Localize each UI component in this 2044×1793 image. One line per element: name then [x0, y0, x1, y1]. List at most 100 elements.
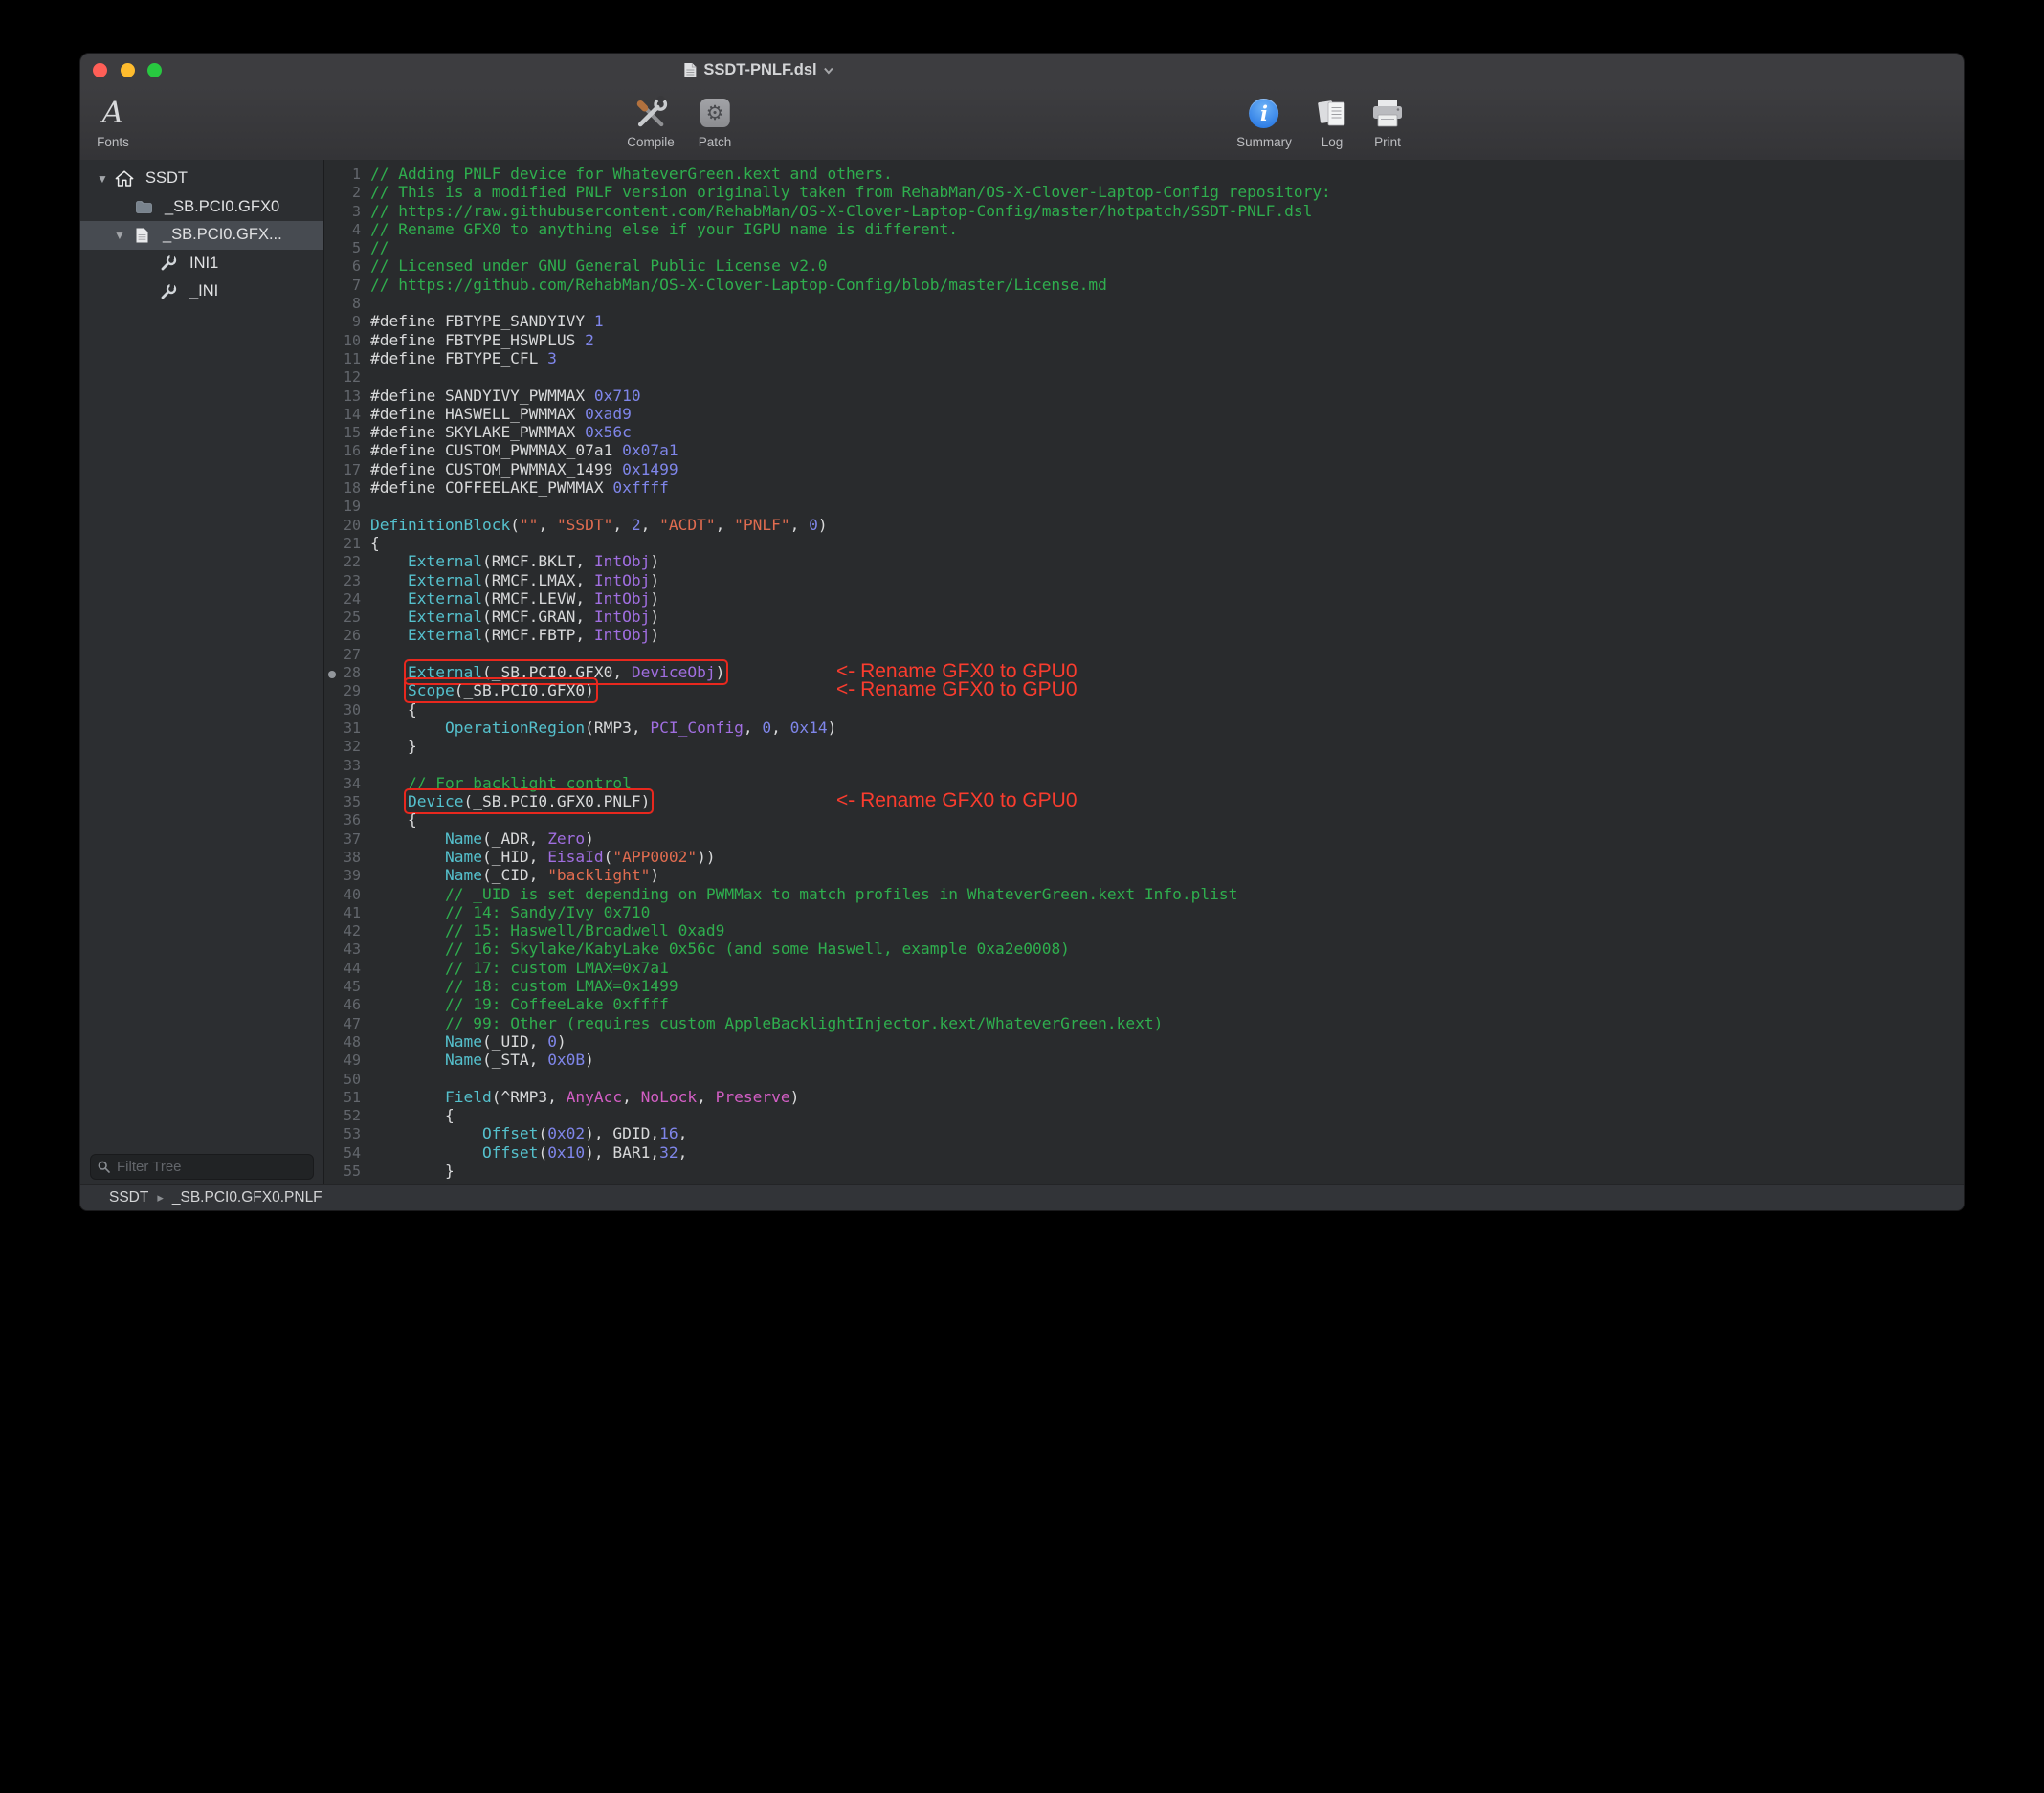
code-line[interactable]: 18#define COFFEELAKE_PWMMAX 0xffff: [324, 478, 1964, 497]
line-number: 3: [324, 203, 361, 221]
code-line[interactable]: 43 // 16: Skylake/KabyLake 0x56c (and so…: [324, 940, 1964, 958]
code-text: OperationRegion(RMP3, PCI_Config, 0, 0x1…: [361, 719, 836, 737]
code-line[interactable]: 4// Rename GFX0 to anything else if your…: [324, 220, 1964, 238]
line-number: 14: [324, 406, 361, 424]
rename-annotation: <- Rename GFX0 to GPU0: [836, 791, 1078, 809]
zoom-button[interactable]: [147, 63, 162, 77]
code-line[interactable]: 1// Adding PNLF device for WhateverGreen…: [324, 165, 1964, 183]
code-line[interactable]: 20DefinitionBlock("", "SSDT", 2, "ACDT",…: [324, 516, 1964, 534]
code-text: [361, 756, 370, 774]
code-line[interactable]: 31 OperationRegion(RMP3, PCI_Config, 0, …: [324, 719, 1964, 737]
code-line[interactable]: 48 Name(_UID, 0): [324, 1032, 1964, 1051]
code-line[interactable]: 41 // 14: Sandy/Ivy 0x710: [324, 903, 1964, 921]
code-line[interactable]: 15#define SKYLAKE_PWMMAX 0x56c: [324, 423, 1964, 441]
code-line[interactable]: 17#define CUSTOM_PWMMAX_1499 0x1499: [324, 460, 1964, 478]
code-line[interactable]: 14#define HASWELL_PWMMAX 0xad9: [324, 405, 1964, 423]
code-line[interactable]: 40 // _UID is set depending on PWMMax to…: [324, 885, 1964, 903]
code-line[interactable]: 38 Name(_HID, EisaId("APP0002")): [324, 848, 1964, 866]
code-line[interactable]: 12: [324, 367, 1964, 386]
code-line[interactable]: 32 }: [324, 737, 1964, 755]
code-line[interactable]: 16#define CUSTOM_PWMMAX_07a1 0x07a1: [324, 441, 1964, 459]
code-line[interactable]: 49 Name(_STA, 0x0B): [324, 1051, 1964, 1069]
code-text: #define FBTYPE_HSWPLUS 2: [361, 331, 594, 349]
code-text: // 16: Skylake/KabyLake 0x56c (and some …: [361, 940, 1070, 958]
folder-icon: [132, 200, 155, 214]
code-line[interactable]: 53 Offset(0x02), GDID,16,: [324, 1124, 1964, 1142]
line-number: 18: [324, 479, 361, 498]
code-text: Scope(_SB.PCI0.GFX0): [361, 681, 594, 699]
code-line[interactable]: 27: [324, 645, 1964, 663]
line-number: 33: [324, 757, 361, 775]
code-line[interactable]: 24 External(RMCF.LEVW, IntObj): [324, 589, 1964, 608]
code-line[interactable]: 21{: [324, 534, 1964, 552]
code-line[interactable]: 22 External(RMCF.BKLT, IntObj): [324, 552, 1964, 570]
code-line[interactable]: 2// This is a modified PNLF version orig…: [324, 183, 1964, 201]
code-line[interactable]: 36 {: [324, 810, 1964, 829]
code-line[interactable]: 8: [324, 294, 1964, 312]
code-line[interactable]: 45 // 18: custom LMAX=0x1499: [324, 977, 1964, 995]
code-line[interactable]: 26 External(RMCF.FBTP, IntObj): [324, 626, 1964, 644]
code-line[interactable]: 34 // For backlight control: [324, 774, 1964, 792]
code-text: // Rename GFX0 to anything else if your …: [361, 220, 958, 238]
line-number: 44: [324, 960, 361, 978]
code-editor[interactable]: 1// Adding PNLF device for WhateverGreen…: [324, 160, 1964, 1185]
sidebar-item--sb-pci0-gfx0[interactable]: _SB.PCI0.GFX0: [80, 193, 323, 222]
sidebar-item-ssdt[interactable]: ▼SSDT: [80, 165, 323, 193]
patch-button[interactable]: ⚙ Patch: [699, 92, 732, 149]
code-line[interactable]: 42 // 15: Haswell/Broadwell 0xad9: [324, 921, 1964, 940]
code-line[interactable]: 51 Field(^RMP3, AnyAcc, NoLock, Preserve…: [324, 1088, 1964, 1106]
code-line[interactable]: 39 Name(_CID, "backlight"): [324, 866, 1964, 884]
line-number: 17: [324, 461, 361, 479]
code-line[interactable]: 47 // 99: Other (requires custom AppleBa…: [324, 1014, 1964, 1032]
code-line[interactable]: 52 {: [324, 1106, 1964, 1124]
code-line[interactable]: 54 Offset(0x10), BAR1,32,: [324, 1143, 1964, 1162]
disclosure-triangle-icon[interactable]: ▼: [92, 172, 113, 186]
close-button[interactable]: [93, 63, 107, 77]
fonts-button[interactable]: A Fonts: [97, 92, 129, 149]
code-line[interactable]: 55 }: [324, 1162, 1964, 1180]
compile-button[interactable]: Compile: [627, 92, 675, 149]
code-line[interactable]: 35 Device(_SB.PCI0.GFX0.PNLF)<- Rename G…: [324, 792, 1964, 810]
disclosure-triangle-icon[interactable]: ▼: [109, 229, 130, 242]
code-line[interactable]: 7// https://github.com/RehabMan/OS-X-Clo…: [324, 276, 1964, 294]
line-number: 20: [324, 517, 361, 535]
code-line[interactable]: 9#define FBTYPE_SANDYIVY 1: [324, 312, 1964, 330]
printer-icon: [1370, 92, 1405, 134]
code-line[interactable]: 29 Scope(_SB.PCI0.GFX0)<- Rename GFX0 to…: [324, 681, 1964, 699]
content-area: ▼SSDT_SB.PCI0.GFX0▼_SB.PCI0.GFX...INI1_I…: [80, 160, 1964, 1185]
code-text: Device(_SB.PCI0.GFX0.PNLF): [361, 792, 650, 810]
code-line[interactable]: 30 {: [324, 700, 1964, 719]
summary-button[interactable]: i Summary: [1236, 92, 1292, 149]
code-line[interactable]: 10#define FBTYPE_HSWPLUS 2: [324, 331, 1964, 349]
log-label: Log: [1322, 135, 1344, 149]
line-number: 47: [324, 1015, 361, 1033]
code-line[interactable]: 33: [324, 756, 1964, 774]
filter-tree-input[interactable]: [90, 1154, 314, 1180]
code-line[interactable]: 5//: [324, 238, 1964, 256]
sidebar-item-ini1[interactable]: INI1: [80, 250, 323, 278]
code-line[interactable]: 44 // 17: custom LMAX=0x7a1: [324, 959, 1964, 977]
log-pages-icon: [1316, 92, 1348, 134]
code-line[interactable]: 28 External(_SB.PCI0.GFX0, DeviceObj)<- …: [324, 663, 1964, 681]
line-number: 34: [324, 775, 361, 793]
sidebar-item--sb-pci0-gfx-[interactable]: ▼_SB.PCI0.GFX...: [80, 221, 323, 250]
line-number: 7: [324, 277, 361, 295]
print-button[interactable]: Print: [1370, 92, 1405, 149]
code-line[interactable]: 13#define SANDYIVY_PWMMAX 0x710: [324, 387, 1964, 405]
code-line[interactable]: 37 Name(_ADR, Zero): [324, 830, 1964, 848]
code-line[interactable]: 3// https://raw.githubusercontent.com/Re…: [324, 202, 1964, 220]
code-line[interactable]: 6// Licensed under GNU General Public Li…: [324, 256, 1964, 275]
code-line[interactable]: 25 External(RMCF.GRAN, IntObj): [324, 608, 1964, 626]
chevron-down-icon[interactable]: [824, 67, 834, 75]
line-number: 37: [324, 830, 361, 849]
code-line[interactable]: 50: [324, 1070, 1964, 1088]
code-line[interactable]: 46 // 19: CoffeeLake 0xffff: [324, 995, 1964, 1013]
code-line[interactable]: 19: [324, 497, 1964, 515]
log-button[interactable]: Log: [1316, 92, 1348, 149]
line-number: 15: [324, 424, 361, 442]
code-line[interactable]: 11#define FBTYPE_CFL 3: [324, 349, 1964, 367]
sidebar-item--ini[interactable]: _INI: [80, 277, 323, 306]
code-line[interactable]: 23 External(RMCF.LMAX, IntObj): [324, 571, 1964, 589]
minimize-button[interactable]: [121, 63, 135, 77]
patch-gear-icon: ⚙: [700, 92, 730, 134]
